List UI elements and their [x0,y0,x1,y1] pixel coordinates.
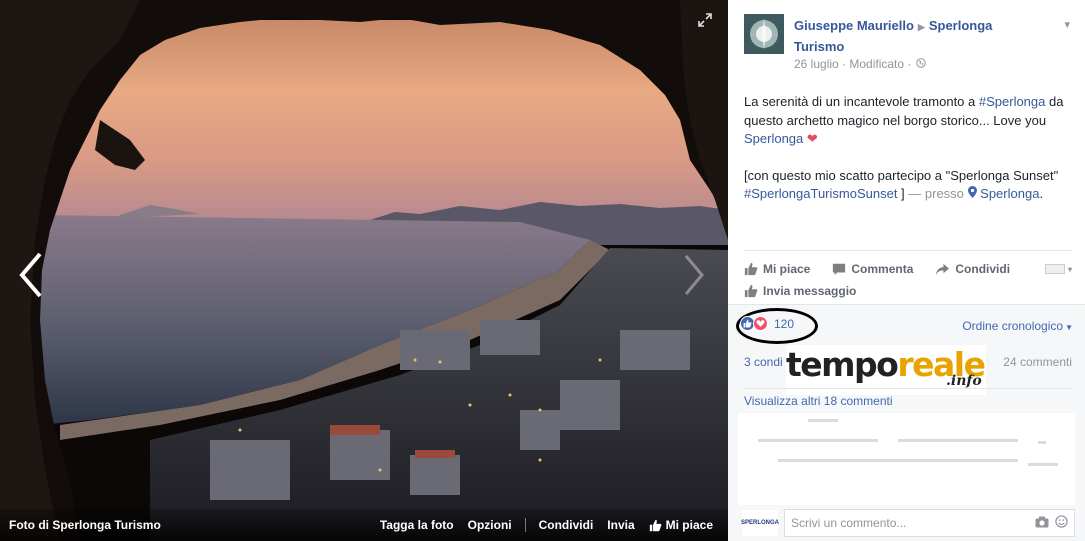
sunset-photo [0,0,728,541]
post-text: La serenità di un incantevole tramonto a [744,94,979,109]
thumbs-up-icon [744,284,758,298]
reactions-summary[interactable]: 120 [740,316,794,331]
chevron-down-icon: ▾ [1067,264,1072,274]
comment-order-dropdown[interactable]: Ordine cronologico ▼ [962,319,1073,333]
share-label: Condividi [955,262,1011,276]
emoji-icon[interactable] [1055,515,1068,531]
comment-label: Commenta [851,262,914,276]
heart-emoji-icon: ❤ [806,131,818,146]
comment-icon [833,263,846,276]
divider [524,518,526,532]
photo-like-label: Mi piace [665,518,713,532]
watermark-text: tempo [786,345,899,384]
post-header: Giuseppe Mauriello ▶ Sperlonga Turismo 26 … [744,14,1074,74]
photo-action-bar: Foto di Sperlonga Turismo Tagga la foto … [0,509,728,541]
post-actions: Mi piace Commenta Condividi ▾ Invia mess… [744,250,1072,301]
previous-photo-arrow-icon[interactable] [16,250,46,300]
comment-input[interactable] [791,516,1029,530]
caret-down-icon: ▼ [1065,323,1073,332]
post-sidebar: Giuseppe Mauriello ▶ Sperlonga Turismo 26 … [728,0,1085,541]
post-text: [con questo mio scatto partecipo a "Sper… [744,167,1059,183]
location-link[interactable]: Sperlonga [980,186,1039,201]
comment-input-box[interactable] [784,509,1075,537]
comment-order-label: Ordine cronologico [962,319,1064,333]
photo-source-label: Foto di Sperlonga Turismo [9,518,161,532]
like-label: Mi piace [763,262,811,276]
post-date[interactable]: 26 luglio [794,57,839,71]
comment-count[interactable]: 24 commenti [1003,355,1072,369]
love-reaction-icon [753,316,768,331]
post-options-chevron-icon[interactable]: ▾ [1064,18,1070,31]
author-name-link[interactable]: Giuseppe Mauriello [794,18,914,33]
edited-label[interactable]: Modificato [849,57,904,71]
send-button[interactable]: Invia [607,518,634,532]
location-prefix: — presso [904,186,968,201]
watermark-text: .info [946,373,982,389]
post-paragraph-1: La serenità di un incantevole tramonto a… [744,93,1069,149]
page-avatar-logo[interactable]: SPERLONGA [741,510,779,536]
post-author-line: Giuseppe Mauriello ▶ Sperlonga Turismo [794,16,1034,56]
expand-icon[interactable] [697,12,713,28]
action-row: Mi piace Commenta Condividi ▾ [744,259,1072,279]
thumbs-up-icon [649,519,661,531]
photo-share-button[interactable]: Condividi [539,518,594,532]
globe-icon[interactable] [916,57,927,71]
view-more-comments-link[interactable]: Visualizza altri 18 commenti [744,388,1072,408]
comment-button[interactable]: Commenta [832,262,913,276]
share-arrow-icon [936,263,950,275]
feedback-area: 120 Ordine cronologico ▼ 3 condi 24 comme… [728,304,1085,541]
camera-icon[interactable] [1035,516,1049,531]
send-message-label: Invia messaggio [763,284,857,298]
send-message-button[interactable]: Invia messaggio [744,284,856,298]
hashtag-link[interactable]: #SperlongaTurismoSunset [744,186,897,201]
post-text: ] [897,186,905,201]
share-button[interactable]: Condividi [935,262,1010,276]
post-meta: 26 luglio · Modificato · [794,57,927,71]
like-button[interactable]: Mi piace [744,262,810,276]
author-avatar[interactable] [744,14,784,54]
photo-like-button[interactable]: Mi piace [649,518,713,532]
post-text: . [1039,186,1044,201]
post-as-page-selector[interactable]: ▾ [1044,264,1072,274]
redacted-comments-area [738,413,1075,505]
tag-photo-button[interactable]: Tagga la foto [380,518,454,532]
next-photo-arrow-icon[interactable] [680,250,710,300]
arrow-right-icon: ▶ [917,22,925,32]
page-thumbnail-icon [1044,264,1065,274]
photo-viewer: Foto di Sperlonga Turismo Tagga la foto … [0,0,728,541]
post-paragraph-2: [con questo mio scatto partecipo a "Sper… [744,167,1069,204]
thumbs-up-icon [744,262,758,276]
options-button[interactable]: Opzioni [468,518,512,532]
meta-separator: · [838,57,850,71]
hashtag-link[interactable]: #Sperlonga [979,94,1046,109]
page-mention-link[interactable]: Sperlonga [744,131,803,146]
reaction-count[interactable]: 120 [774,317,794,331]
meta-separator: · [904,57,912,71]
location-pin-icon [967,186,977,201]
post-body: La serenità di un incantevole tramonto a… [744,93,1069,222]
comment-composer: SPERLONGA [741,509,1075,537]
action-row: Invia messaggio [744,281,1072,301]
shares-count-link[interactable]: 3 condi [744,355,783,369]
